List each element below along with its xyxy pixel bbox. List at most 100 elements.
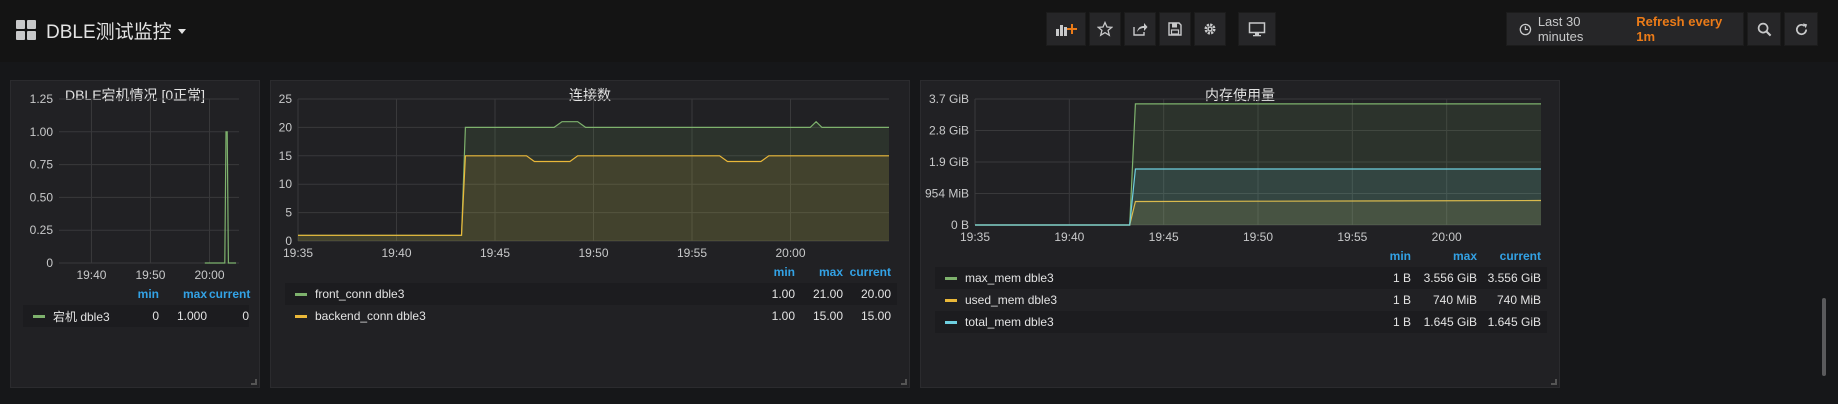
legend-header-max: max [1452,249,1477,263]
y-tick-label: 20 [279,120,293,134]
legend-header-current: current [1499,249,1541,263]
legend-row[interactable]: front_conn dble3 1.00 21.00 20.00 [285,283,897,305]
connections-chart: 051015202519:35 19:40 19:45 19:50 19:55 20:00 [279,92,889,260]
memory-chart: 0 B954 MiB1.9 GiB2.8 GiB3.7 GiB19:35 19:4… [925,92,1542,244]
legend-max: 1.645 GiB [1423,315,1477,329]
legend-series-name: 宕机 dble3 [53,309,110,324]
save-button[interactable] [1159,12,1191,46]
x-tick-label: 20:00 [1432,230,1462,244]
refresh-interval-label: Refresh every 1m [1636,14,1723,44]
y-tick-label: 1.25 [30,92,54,106]
x-tick-label: 19:50 [578,246,608,260]
dashboard-grid-icon [16,20,36,40]
legend-min: 1 B [1392,271,1411,285]
y-tick-label: 0 [46,256,53,270]
panel-connections[interactable]: 连接数 0 5 10 15 20 25 19:35 19:40 19:45 19:50 19:55 2… [270,80,910,388]
gear-icon [1204,23,1216,35]
legend-row[interactable]: total_mem dble3 1 B 1.645 GiB 1.645 GiB [935,311,1547,333]
y-tick-label: 3.7 GiB [929,92,969,106]
zoom-out-button[interactable] [1747,12,1781,46]
legend-row[interactable]: used_mem dble3 1 B 740 MiB 740 MiB [935,289,1547,311]
y-tick-label: 954 MiB [925,187,969,201]
legend-header-max: max [818,265,843,279]
x-tick-label: 19:45 [1149,230,1179,244]
x-tick-label: 20:00 [775,246,805,260]
legend-row[interactable]: backend_conn dble3 1.00 15.00 15.00 [285,305,897,327]
legend-min: 1.00 [771,287,795,301]
series-color-swatch [295,314,307,318]
legend-series-name: backend_conn dble3 [315,309,426,323]
top-navbar: DBLE测试监控 Last 30 minutes Refresh every 1… [0,0,1838,62]
y-tick-label: 0.50 [30,190,54,204]
legend-min: 1 B [1392,293,1411,307]
x-tick-label: 19:35 [960,230,990,244]
series-area [975,169,1541,225]
x-tick-label: 19:40 [1054,230,1084,244]
legend-current: 0 [242,309,249,323]
clock-icon [1519,23,1532,35]
legend-header-min: min [1389,249,1411,263]
legend-max: 15.00 [812,309,843,323]
time-range-picker[interactable]: Last 30 minutes Refresh every 1m [1506,12,1744,46]
x-tick-label: 19:40 [76,268,106,282]
x-tick-label: 19:45 [480,246,510,260]
series-color-swatch [945,298,957,302]
panel-memory[interactable]: 内存使用量 0 B 954 MiB 1.9 GiB 2.8 GiB 3.7 GiB 19:… [920,80,1560,388]
y-tick-label: 1.00 [30,125,54,139]
panel-dble-down[interactable]: DBLE宕机情况 [0正常] 0 0.25 0.50 0.75 1.00 1.25 19:4… [10,80,260,388]
chart-legend: min max current 宕机 dble3 0 1.000 0 [23,287,251,337]
save-icon [1168,22,1182,36]
legend-current: 15.00 [860,309,891,323]
panel-resize-handle[interactable] [1551,379,1557,385]
y-tick-label: 0.75 [30,158,54,172]
legend-row[interactable]: max_mem dble3 1 B 3.556 GiB 3.556 GiB [935,267,1547,289]
y-tick-label: 10 [279,177,293,191]
legend-header-max: max [182,287,207,301]
series-color-swatch [295,292,307,296]
search-icon [1757,22,1771,36]
refresh-icon [1795,22,1807,35]
star-icon [1097,21,1113,37]
panel-resize-handle[interactable] [251,379,257,385]
legend-min: 1 B [1392,315,1411,329]
x-tick-label: 19:50 [1243,230,1273,244]
star-button[interactable] [1089,12,1121,46]
settings-button[interactable] [1194,12,1226,46]
legend-max: 740 MiB [1432,293,1477,307]
x-tick-label: 19:50 [135,268,165,282]
dashboard-picker[interactable]: DBLE测试监控 [16,18,186,43]
legend-series-name: used_mem dble3 [965,293,1058,307]
refresh-button[interactable] [1784,12,1818,46]
series-color-swatch [945,276,957,280]
down-status-chart: 0 0.25 0.50 0.75 1.00 1.25 19:40 19:50 20:00 [30,92,239,282]
share-icon [1133,23,1148,36]
legend-current: 3.556 GiB [1487,271,1541,285]
legend-header-current: current [849,265,891,279]
add-panel-icon [1056,24,1077,36]
y-tick-label: 2.8 GiB [929,124,969,138]
share-button[interactable] [1124,12,1156,46]
legend-series-name: max_mem dble3 [965,271,1054,285]
panel-resize-handle[interactable] [901,379,907,385]
add-panel-button[interactable] [1046,12,1086,46]
dashboard-title: DBLE测试监控 [46,21,172,43]
y-tick-label: 15 [279,149,293,163]
x-tick-label: 19:35 [283,246,313,260]
y-tick-label: 5 [285,206,292,220]
legend-row[interactable]: 宕机 dble3 0 1.000 0 [23,305,249,327]
legend-current: 20.00 [860,287,891,301]
series-area [298,155,889,241]
legend-min: 0 [152,309,159,323]
legend-max: 3.556 GiB [1423,271,1477,285]
monitor-icon [1248,22,1266,37]
y-tick-label: 25 [279,92,293,106]
legend-current: 740 MiB [1496,293,1541,307]
legend-current: 1.645 GiB [1487,315,1541,329]
legend-min: 1.00 [771,309,795,323]
legend-series-name: front_conn dble3 [315,287,405,301]
tv-mode-button[interactable] [1238,12,1276,46]
x-tick-label: 20:00 [194,268,224,282]
x-tick-label: 19:55 [677,246,707,260]
legend-scrollbar[interactable] [1822,298,1826,376]
legend-header-current: current [209,287,251,301]
